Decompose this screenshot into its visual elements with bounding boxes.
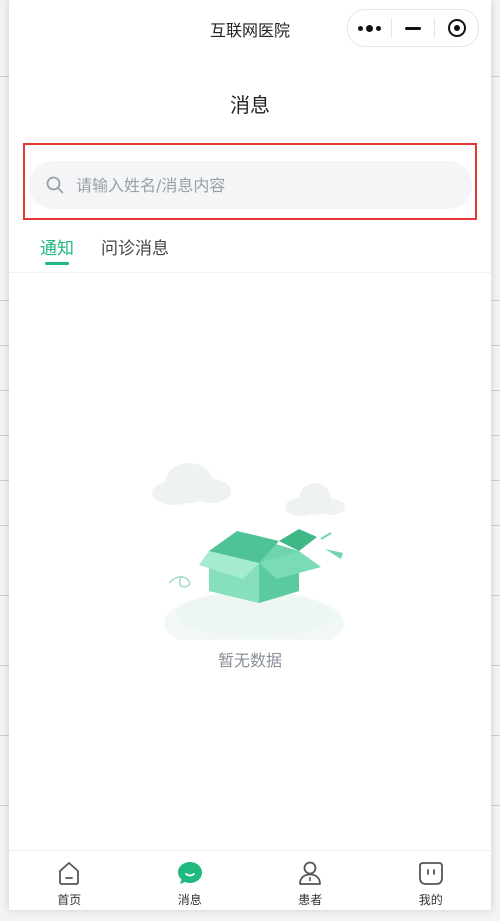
tabbar-item-home[interactable]: 首页 xyxy=(9,851,130,910)
profile-icon xyxy=(418,862,443,885)
capsule-menu xyxy=(347,9,479,47)
bottom-tabbar: 首页 消息 患者 我的 xyxy=(9,850,491,910)
search-icon xyxy=(46,176,64,194)
tabbar-item-messages[interactable]: 消息 xyxy=(130,851,251,910)
tab-notifications[interactable]: 通知 xyxy=(40,234,74,259)
tabbar-label-patients: 患者 xyxy=(298,893,323,907)
tabbar-label-home: 首页 xyxy=(57,893,82,907)
mini-program-window: 互联网医院 消息 通知 问诊消息 xyxy=(9,0,491,910)
patient-icon xyxy=(299,861,322,885)
close-button[interactable] xyxy=(435,10,478,46)
home-icon xyxy=(59,862,80,885)
page-title: 消息 xyxy=(230,93,270,117)
tabbar-label-profile: 我的 xyxy=(418,893,443,907)
search-bar[interactable] xyxy=(29,161,472,209)
empty-box-illustration xyxy=(152,463,345,640)
tab-consultation-messages[interactable]: 问诊消息 xyxy=(101,234,169,259)
window-titlebar: 互联网医院 xyxy=(9,0,491,52)
minimize-button[interactable] xyxy=(392,10,435,46)
minimize-icon xyxy=(405,26,421,30)
tabbar-item-profile[interactable]: 我的 xyxy=(371,851,492,910)
message-tabs: 通知 问诊消息 xyxy=(9,232,491,273)
message-bubble-icon xyxy=(177,862,202,884)
close-target-icon xyxy=(447,19,466,37)
tabbar-item-patients[interactable]: 患者 xyxy=(250,851,371,910)
empty-state-text: 暂无数据 xyxy=(217,651,282,670)
active-tab-indicator xyxy=(45,262,69,265)
tabbar-label-messages: 消息 xyxy=(177,893,202,907)
search-input[interactable] xyxy=(74,174,438,196)
more-button[interactable] xyxy=(348,10,391,46)
more-dots-icon xyxy=(357,24,381,32)
